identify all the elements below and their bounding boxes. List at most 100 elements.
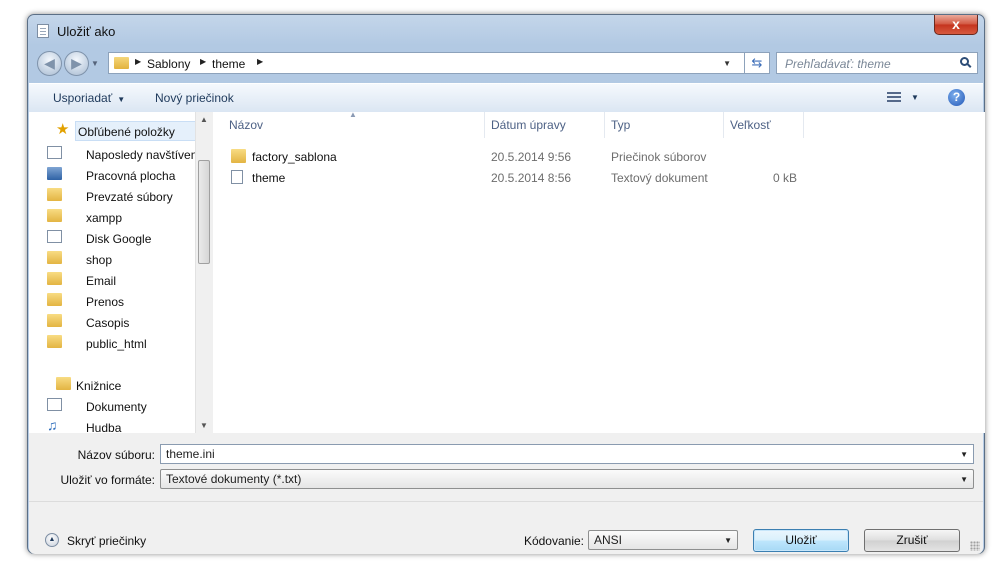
notepad-icon [37, 24, 49, 38]
filename-input[interactable]: theme.ini ▼ [160, 444, 974, 464]
search-box[interactable]: Prehľadávať: theme [776, 52, 978, 74]
nav-item-xampp[interactable]: xampp [47, 208, 212, 228]
filename-dropdown-icon[interactable]: ▼ [960, 450, 968, 459]
nav-item-shop[interactable]: shop [47, 250, 212, 270]
back-button[interactable]: ◀ [37, 51, 62, 76]
search-input[interactable]: Prehľadávať: theme [785, 57, 891, 71]
nav-item-label: Disk Google [86, 232, 152, 246]
nav-item-label: Hudba [86, 421, 122, 433]
address-dropdown-icon[interactable]: ▼ [723, 59, 731, 68]
nav-item-prenos[interactable]: Prenos [47, 292, 212, 312]
file-row[interactable]: factory_sablona 20.5.2014 9:56 Priečinok… [228, 147, 808, 167]
title-bar[interactable]: Uložiť ako x [28, 15, 984, 47]
format-label: Uložiť vo formáte: [60, 473, 155, 487]
hide-folders-label[interactable]: Skryť priečinky [67, 534, 146, 548]
nav-item-label: Prevzaté súbory [86, 190, 173, 204]
hide-folders-button[interactable]: ▲ [45, 533, 59, 547]
libraries-icon [56, 377, 71, 390]
file-list: ▲ Názov Dátum úpravy Typ Veľkosť factory… [213, 110, 985, 433]
file-name: theme [252, 171, 286, 185]
folder-icon [114, 57, 129, 69]
view-dropdown-icon[interactable]: ▼ [911, 93, 919, 102]
nav-favorites[interactable]: ★ Obľúbené položky [56, 121, 212, 141]
nav-item-email[interactable]: Email [47, 271, 212, 291]
nav-item-label: public_html [86, 337, 147, 351]
google-drive-icon [47, 230, 62, 243]
folder-icon [47, 314, 62, 327]
encoding-label: Kódovanie: [523, 534, 584, 548]
scroll-thumb[interactable] [198, 160, 210, 264]
format-select[interactable]: Textové dokumenty (*.txt) ▼ [160, 469, 974, 489]
nav-item-label: shop [86, 253, 113, 267]
documents-icon [47, 398, 62, 411]
resize-grip[interactable] [970, 541, 980, 551]
folder-icon [231, 149, 246, 163]
view-options-icon[interactable] [887, 92, 901, 104]
folder-icon [47, 272, 62, 285]
dialog-footer: Názov súboru: theme.ini ▼ Uložiť vo form… [29, 433, 983, 554]
forward-button[interactable]: ▶ [64, 51, 89, 76]
nav-item-casopis[interactable]: Casopis [47, 313, 212, 333]
save-as-dialog: Uložiť ako x ◀ ▶ ▼ ▶ Sablony ▶ theme ▶ ▼… [27, 14, 985, 554]
new-folder-button[interactable]: Nový priečinok [155, 91, 234, 105]
column-header-date[interactable]: Dátum úpravy [485, 112, 605, 138]
back-arrow-icon: ◀ [44, 55, 55, 71]
nav-item-public-html[interactable]: public_html [47, 334, 212, 354]
refresh-icon: ⇆ [751, 55, 763, 70]
save-button[interactable]: Uložiť [753, 529, 849, 552]
nav-item-google-drive[interactable]: Disk Google [47, 229, 212, 249]
column-header-size[interactable]: Veľkosť [724, 112, 804, 138]
recent-locations-dropdown[interactable]: ▼ [91, 59, 99, 68]
address-bar[interactable]: ▶ Sablony ▶ theme ▶ ▼ [108, 52, 770, 74]
nav-item-recent-places[interactable]: Naposledy navštívené [47, 145, 212, 165]
nav-item-downloads[interactable]: Prevzaté súbory [47, 187, 212, 207]
organize-button[interactable]: Usporiadať ▼ [53, 91, 125, 105]
search-icon[interactable] [960, 57, 969, 66]
scroll-down-icon[interactable]: ▼ [200, 421, 208, 430]
column-header-type[interactable]: Typ [605, 112, 724, 138]
folder-icon [47, 335, 62, 348]
scroll-up-icon[interactable]: ▲ [200, 115, 208, 124]
nav-item-documents[interactable]: Dokumenty [47, 397, 212, 417]
file-type: Textový dokument [611, 171, 708, 185]
encoding-value: ANSI [594, 533, 623, 547]
file-date: 20.5.2014 8:56 [491, 171, 572, 185]
recent-places-icon [47, 146, 62, 159]
music-icon: ♫ [47, 417, 58, 433]
file-row[interactable]: theme 20.5.2014 8:56 Textový dokument 0 … [228, 168, 808, 188]
organize-label: Usporiadať [53, 91, 113, 105]
format-value: Textové dokumenty (*.txt) [166, 472, 302, 486]
file-name: factory_sablona [252, 150, 337, 164]
refresh-button[interactable]: ⇆ [744, 52, 770, 74]
cancel-button[interactable]: Zrušiť [864, 529, 960, 552]
nav-item-label: Naposledy navštívené [86, 148, 205, 162]
file-date: 20.5.2014 9:56 [491, 150, 572, 164]
column-header-name[interactable]: Názov [223, 112, 485, 138]
nav-libraries-label: Knižnice [76, 379, 122, 393]
desktop-icon [47, 167, 62, 180]
command-bar: Usporiadať ▼ Nový priečinok ▼ ? [29, 83, 983, 113]
close-button[interactable]: x [934, 15, 978, 35]
nav-item-desktop[interactable]: Pracovná plocha [47, 166, 212, 186]
breadcrumb-chevron-icon[interactable]: ▶ [257, 57, 263, 66]
filename-label: Názov súboru: [77, 448, 155, 462]
navigation-pane: ★ Obľúbené položky Naposledy navštívené … [29, 112, 213, 433]
folder-icon [47, 293, 62, 306]
breadcrumb-chevron-icon[interactable]: ▶ [200, 57, 206, 66]
window-title: Uložiť ako [57, 24, 116, 39]
nav-scrollbar[interactable]: ▲ ▼ [195, 112, 213, 433]
footer-divider [29, 501, 983, 502]
text-file-icon [231, 170, 243, 184]
encoding-select[interactable]: ANSI ▼ [588, 530, 738, 550]
chevron-down-icon: ▼ [960, 475, 968, 484]
breadcrumb-sablony[interactable]: Sablony [147, 57, 190, 71]
file-size: 0 kB [772, 171, 797, 185]
nav-item-music[interactable]: ♫ Hudba [47, 418, 212, 433]
folder-icon [47, 209, 62, 222]
nav-libraries[interactable]: Knižnice [56, 376, 212, 396]
help-icon[interactable]: ? [948, 89, 965, 106]
breadcrumb-chevron-icon[interactable]: ▶ [135, 57, 141, 66]
nav-item-label: Casopis [86, 316, 130, 330]
nav-item-label: Prenos [86, 295, 125, 309]
breadcrumb-theme[interactable]: theme [212, 57, 245, 71]
